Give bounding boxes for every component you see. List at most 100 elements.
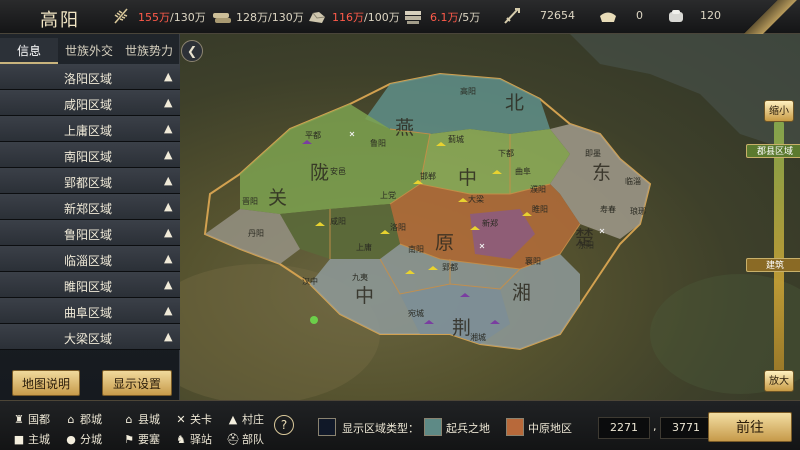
zoom-slider[interactable]: 缩小 郡县区域 建筑 放大 — [746, 100, 800, 400]
city-label[interactable]: 郢都 — [442, 263, 458, 272]
legend-bar: ♜ 国都 ⌂ 郡城 ⌂ 县城 ✕ 关卡 ▲ 村庄 ■ 主城 ● 分城 ⚑ 要塞 ♞ 驿站 ⛑ 部队 … — [0, 400, 800, 450]
map-canvas: 北 燕 陇 中 关 东 原 楚 中 湘 荆 高阳 平都 鲁阳 蓟城 下都 邯郸 … — [180, 34, 800, 400]
stone-amount: 116万/100万 — [332, 11, 400, 24]
stone-icon — [309, 12, 326, 23]
grain-icon — [114, 8, 128, 24]
legend-village: ▲ 村庄 — [226, 411, 264, 427]
zoom-in-button[interactable]: 放大 — [764, 370, 794, 392]
city-label[interactable]: 睢阳 — [532, 204, 548, 214]
display-type-label: 显示区域类型： — [342, 422, 419, 435]
capital-icon: ♜ — [14, 413, 24, 426]
map-region-label: 荆 — [452, 317, 471, 339]
city-label[interactable]: 鲁阳 — [370, 138, 386, 148]
city-label[interactable]: 洛阳 — [390, 222, 406, 232]
region-item-xianyang[interactable]: 咸阳区域 ▲ — [0, 90, 180, 116]
zoom-building-tag[interactable]: 建筑 — [746, 258, 800, 272]
gold-amount: 0 — [636, 9, 643, 22]
city-label[interactable]: 晋阳 — [242, 197, 258, 206]
city-label[interactable]: 琅琊 — [630, 206, 646, 216]
city-label[interactable]: 东阳 — [578, 240, 594, 250]
region-item-linzi[interactable]: 临淄区域 ▲ — [0, 246, 180, 272]
zoom-track[interactable] — [774, 120, 784, 390]
coord-x-input[interactable]: 2271 — [598, 417, 650, 439]
map-region-label: 燕 — [395, 117, 414, 139]
region-item-suiyang[interactable]: 睢阳区域 ▲ — [0, 272, 180, 298]
region-guanzhong[interactable] — [280, 204, 400, 259]
city-label[interactable]: 平都 — [305, 131, 321, 140]
tab-clan-power[interactable]: 世族势力 — [120, 38, 178, 64]
map-region-label: 东 — [592, 162, 611, 184]
city-label[interactable]: 上党 — [380, 190, 396, 200]
city-label[interactable]: 濮阳 — [530, 184, 546, 194]
expand-triangle-icon: ▲ — [164, 200, 173, 213]
location-pin[interactable] — [310, 316, 318, 324]
region-item-daliang[interactable]: 大梁区域 ▲ — [0, 324, 180, 350]
expand-triangle-icon: ▲ — [164, 278, 173, 291]
region-item-qufu[interactable]: 曲阜区域 ▲ — [0, 298, 180, 324]
legend-capital: ♜ 国都 — [12, 411, 50, 427]
city-label[interactable]: 大梁 — [468, 194, 484, 204]
question-icon: ? — [280, 418, 288, 432]
option-central-plains[interactable]: 中原地区 — [528, 420, 572, 436]
help-button[interactable]: ? — [274, 415, 294, 435]
world-map[interactable]: 北 燕 陇 中 关 东 原 楚 中 湘 荆 高阳 平都 鲁阳 蓟城 下都 邯郸 … — [180, 34, 800, 400]
troops-amount: 72654 — [540, 9, 575, 22]
city-label[interactable]: 新郑 — [482, 218, 498, 228]
resource-bar: 高阳 155万/130万 128万/130万 116万/100万 6.1万/5万… — [0, 0, 800, 34]
region-item-shangyong[interactable]: 上庸区域 ▲ — [0, 116, 180, 142]
city-label[interactable]: 蓟城 — [448, 134, 464, 144]
city-label[interactable]: 即墨 — [585, 149, 601, 158]
city-label[interactable]: 宛城 — [408, 308, 424, 318]
city-label[interactable]: 邯郸 — [420, 171, 436, 181]
village-icon: ▲ — [228, 413, 238, 426]
main-city-icon: ■ — [13, 433, 25, 446]
city-label[interactable]: 曲阜 — [515, 166, 531, 176]
city-label[interactable]: 下都 — [498, 149, 514, 158]
zoom-county-tag[interactable]: 郡县区域 — [746, 144, 800, 158]
city-label[interactable]: 襄阳 — [525, 256, 541, 266]
legend-main-city: ■ 主城 — [13, 433, 50, 446]
silver-icon — [669, 10, 683, 22]
map-region-label: 关 — [268, 187, 287, 209]
city-label[interactable]: 上庸 — [356, 242, 372, 252]
swatch-rising-land[interactable] — [424, 418, 442, 436]
city-label[interactable]: 咸阳 — [330, 216, 346, 226]
region-item-nanyang[interactable]: 南阳区域 ▲ — [0, 142, 180, 168]
map-info-button[interactable]: 地图说明 — [12, 370, 80, 396]
go-button[interactable]: 前往 — [708, 412, 792, 442]
expand-triangle-icon: ▲ — [164, 226, 173, 239]
collapse-panel-button[interactable]: ❮ — [181, 40, 203, 62]
display-type-swatch[interactable] — [318, 418, 336, 436]
coord-y-input[interactable]: 3771 — [660, 417, 712, 439]
region-item-yingdu[interactable]: 郢都区域 ▲ — [0, 168, 180, 194]
wood-icon — [213, 13, 231, 23]
coord-separator: , — [653, 420, 657, 433]
legend-station: ♞ 驿站 — [174, 431, 212, 447]
region-list: 洛阳区域 ▲ 咸阳区域 ▲ 上庸区域 ▲ 南阳区域 ▲ 郢都区域 ▲ 新郑区域 ▲ 鲁阳区域… — [0, 64, 180, 350]
city-label[interactable]: 丹阳 — [248, 229, 264, 238]
city-label[interactable]: 南阳 — [408, 244, 424, 254]
expand-triangle-icon: ▲ — [164, 70, 173, 83]
region-item-luoyang[interactable]: 洛阳区域 ▲ — [0, 64, 180, 90]
silver-amount: 120 — [700, 9, 721, 22]
city-label[interactable]: 汉中 — [302, 276, 318, 286]
option-rising-land[interactable]: 起兵之地 — [446, 420, 490, 436]
city-label[interactable]: 九夷 — [352, 272, 368, 282]
region-item-luyang[interactable]: 鲁阳区域 ▲ — [0, 220, 180, 246]
city-label[interactable]: 高阳 — [460, 86, 476, 96]
expand-triangle-icon: ▲ — [164, 174, 173, 187]
display-settings-button[interactable]: 显示设置 — [102, 370, 172, 396]
county-icon: ⌂ — [125, 413, 133, 426]
zoom-out-button[interactable]: 缩小 — [764, 100, 794, 122]
swatch-central-plains[interactable] — [506, 418, 524, 436]
city-name: 高阳 — [40, 10, 80, 31]
city-label[interactable]: 寿春 — [600, 204, 616, 214]
city-label[interactable]: 安邑 — [330, 166, 346, 176]
legend-commandery: ⌂ 郡城 — [64, 411, 103, 427]
tab-clan-diplomacy[interactable]: 世族外交 — [60, 38, 118, 64]
city-label[interactable]: 临淄 — [625, 176, 641, 186]
city-label[interactable]: 湘城 — [470, 332, 486, 342]
legend-branch-city: ● 分城 — [64, 431, 102, 447]
region-item-xinzheng[interactable]: 新郑区域 ▲ — [0, 194, 180, 220]
tab-info[interactable]: 信息 — [0, 38, 58, 64]
